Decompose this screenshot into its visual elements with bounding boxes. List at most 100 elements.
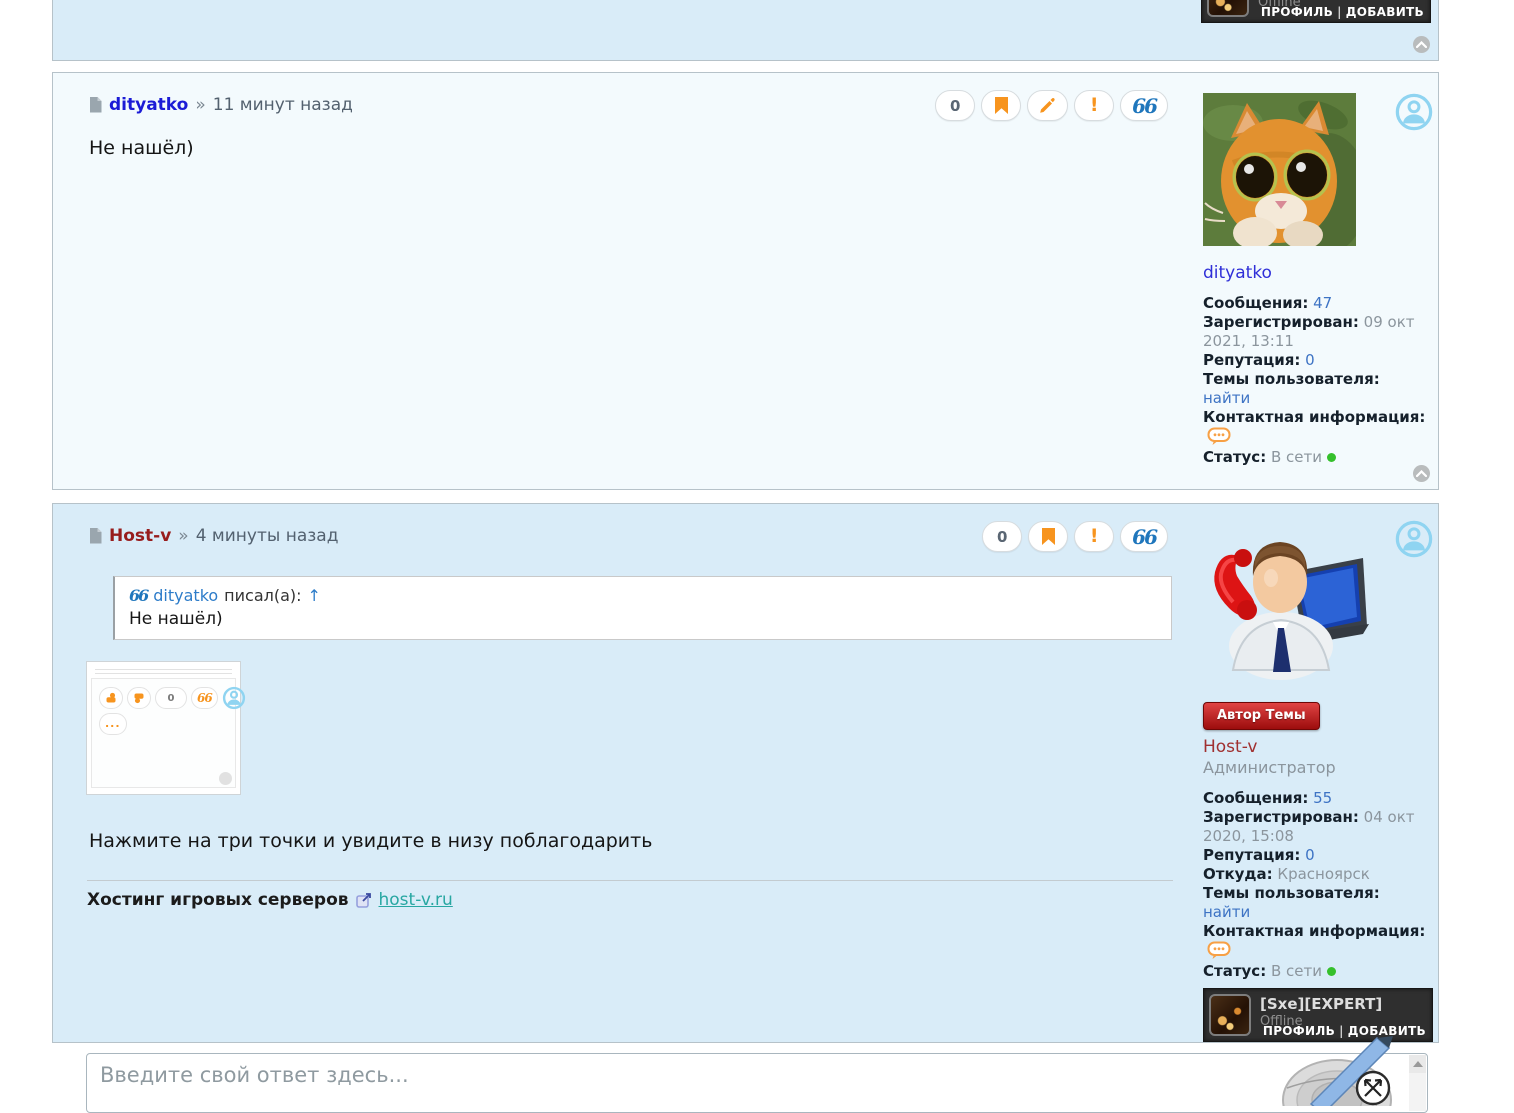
avatar-host-v[interactable]: [1203, 520, 1371, 684]
stat-row: Сообщения: 55: [1203, 789, 1436, 808]
stat-label: Репутация:: [1203, 846, 1300, 864]
chevron-up-icon: [1416, 41, 1427, 48]
globe-pen-icon: [1281, 1026, 1413, 1106]
stat-value-link[interactable]: найти: [1203, 903, 1436, 922]
banner-add-link[interactable]: ДОБАВИТЬ: [1346, 5, 1424, 19]
stat-label: Сообщения:: [1203, 294, 1308, 312]
signature-text: Хостинг игровых серверов: [87, 890, 349, 910]
stat-value-link[interactable]: найти: [1203, 389, 1436, 408]
stat-value-link[interactable]: 0: [1305, 846, 1315, 864]
quote-icon: 66: [1132, 527, 1156, 547]
scroll-top-button[interactable]: [1413, 36, 1430, 53]
reply-input[interactable]: [87, 1054, 1427, 1112]
scroll-top-button[interactable]: [1413, 465, 1430, 482]
post-header: dityatko » 11 минут назад: [89, 95, 353, 115]
avatar-dityatko[interactable]: [1203, 93, 1356, 250]
stat-row: Репутация: 0: [1203, 846, 1436, 865]
post-author-link[interactable]: dityatko: [109, 95, 188, 115]
stat-row: Темы пользователя: найти: [1203, 884, 1436, 922]
reaction-count-pill[interactable]: 0: [982, 521, 1022, 552]
post-time: 11 минут назад: [213, 95, 353, 115]
quote-button[interactable]: 66: [1120, 521, 1168, 552]
pencil-icon: [1039, 97, 1056, 114]
banner-title: [Sxe][EXPERT]: [1260, 995, 1382, 1013]
online-status-dot: [1327, 453, 1336, 462]
banner-links-separator: |: [1337, 5, 1342, 19]
sidebar-username[interactable]: dityatko: [1203, 263, 1272, 283]
post-time: 4 минуты назад: [196, 526, 339, 546]
stat-row: Статус: В сети: [1203, 962, 1436, 981]
external-link-icon: [356, 893, 372, 908]
thumb-like-icon: [99, 687, 123, 709]
thumb-more-icon: ...: [99, 713, 127, 735]
sidebar-username[interactable]: Host-v: [1203, 737, 1257, 757]
thumb-line: [95, 669, 232, 670]
stat-row: Сообщения: 47: [1203, 294, 1436, 313]
reaction-count-pill[interactable]: 0: [935, 90, 975, 121]
stat-label: Контактная информация:: [1203, 922, 1425, 940]
stat-row: Зарегистрирован: 09 окт 2021, 13:11: [1203, 313, 1436, 351]
report-button[interactable]: !: [1074, 90, 1114, 121]
profile-stats: Сообщения: 47 Зарегистрирован: 09 окт 20…: [1203, 294, 1436, 467]
thumb-screenshot: 0 66 ...: [91, 678, 236, 788]
stat-row: Репутация: 0: [1203, 351, 1436, 370]
bookmark-button[interactable]: [981, 90, 1021, 121]
profile-person-icon[interactable]: [1395, 93, 1433, 131]
edit-button[interactable]: [1027, 90, 1068, 121]
previous-post-box: Offline ПРОФИЛЬ|ДОБАВИТЬ: [52, 0, 1439, 61]
thumb-dots-glyph: ...: [105, 722, 121, 726]
profile-stats: Сообщения: 55 Зарегистрирован: 04 окт 20…: [1203, 789, 1436, 981]
contact-message-icon[interactable]: [1207, 941, 1231, 960]
profile-person-icon[interactable]: [1395, 520, 1433, 558]
topic-author-badge: Автор Темы: [1203, 702, 1320, 730]
stat-label: Откуда:: [1203, 865, 1273, 883]
quote-glyph-icon: 66: [129, 588, 147, 604]
stat-row: Статус: В сети: [1203, 448, 1436, 467]
reply-editor: [86, 1053, 1428, 1113]
post-actions: 0 ! 66: [982, 521, 1168, 552]
stat-row: Откуда: Красноярск: [1203, 865, 1436, 884]
stat-value-link[interactable]: 47: [1313, 294, 1332, 312]
report-button[interactable]: !: [1074, 521, 1114, 552]
thumb-count-pill: 0: [155, 687, 187, 709]
post-page-icon[interactable]: [89, 97, 102, 113]
thumb-person-icon: [222, 686, 246, 710]
thumb-dislike-icon: [127, 687, 151, 709]
banner-profile-link[interactable]: ПРОФИЛЬ: [1261, 5, 1333, 19]
stat-label: Темы пользователя:: [1203, 370, 1380, 388]
quote-button[interactable]: 66: [1120, 90, 1168, 121]
quoted-author-link[interactable]: dityatko: [153, 586, 218, 605]
signature-divider: [87, 880, 1173, 881]
cat-avatar-image: [1203, 93, 1356, 246]
triangle-up-icon: [1413, 1061, 1423, 1067]
quote-icon: 66: [1132, 96, 1156, 116]
contact-message-icon[interactable]: [1207, 427, 1231, 446]
stat-label: Контактная информация:: [1203, 408, 1425, 426]
stat-label: Статус:: [1203, 448, 1266, 466]
stat-value: Красноярск: [1277, 865, 1369, 883]
thumb-line: [95, 673, 232, 674]
thumb-quote-glyph: 66: [197, 691, 212, 705]
author-separator: »: [178, 526, 188, 546]
stat-value-link[interactable]: 0: [1305, 351, 1315, 369]
stat-label: Статус:: [1203, 962, 1266, 980]
post-header: Host-v » 4 минуты назад: [89, 526, 338, 546]
attachment-thumbnail[interactable]: 0 66 ...: [86, 661, 241, 795]
post-author-link[interactable]: Host-v: [109, 526, 171, 546]
globe-pen-graphic: [1281, 1026, 1413, 1110]
stat-value-link[interactable]: 55: [1313, 789, 1332, 807]
bookmark-button[interactable]: [1028, 521, 1068, 552]
stat-row: Зарегистрирован: 04 окт 2020, 15:08: [1203, 808, 1436, 846]
thumb-more-row: ...: [99, 713, 127, 735]
post-page-icon[interactable]: [89, 528, 102, 544]
quote-jump-arrow[interactable]: ↑: [308, 586, 321, 605]
post-actions: 0 ! 66: [935, 90, 1168, 121]
stat-row: Контактная информация:: [1203, 922, 1436, 962]
thumb-icon-row: 0 66: [99, 686, 246, 710]
report-icon: !: [1090, 527, 1099, 546]
bookmark-icon: [1041, 528, 1056, 546]
signature: Хостинг игровых серверов host-v.ru: [87, 890, 453, 910]
signature-link[interactable]: host-v.ru: [379, 890, 453, 910]
post-host-v: Host-v » 4 минуты назад 0 ! 66 66 dityat…: [52, 503, 1439, 1043]
user-game-banner[interactable]: Offline ПРОФИЛЬ|ДОБАВИТЬ: [1201, 0, 1431, 23]
